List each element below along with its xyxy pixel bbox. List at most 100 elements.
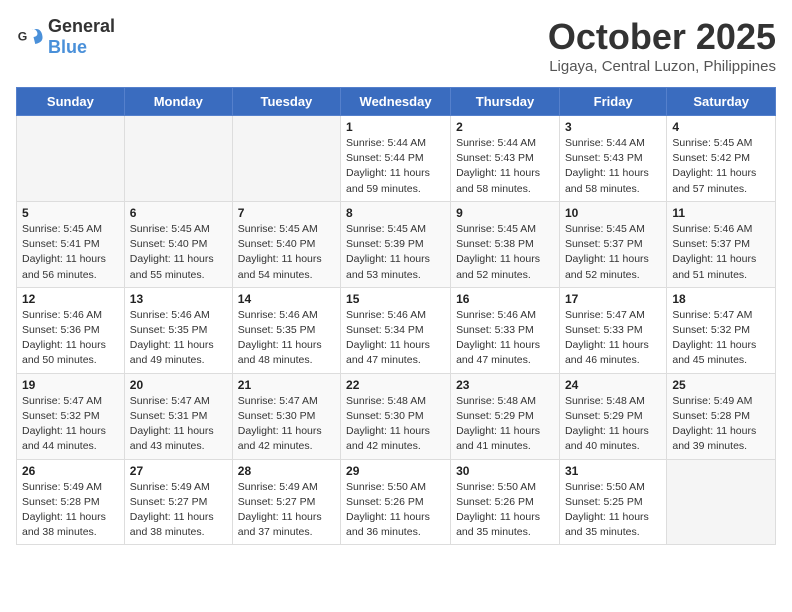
day-number: 7 — [238, 206, 335, 220]
day-number: 21 — [238, 378, 335, 392]
calendar-cell: 5Sunrise: 5:45 AM Sunset: 5:41 PM Daylig… — [17, 201, 125, 287]
weekday-header-thursday: Thursday — [451, 88, 560, 116]
calendar-cell: 20Sunrise: 5:47 AM Sunset: 5:31 PM Dayli… — [124, 373, 232, 459]
day-info: Sunrise: 5:47 AM Sunset: 5:32 PM Dayligh… — [22, 394, 119, 455]
calendar-cell: 27Sunrise: 5:49 AM Sunset: 5:27 PM Dayli… — [124, 459, 232, 545]
month-title: October 2025 — [548, 16, 776, 58]
logo: G General Blue — [16, 16, 115, 58]
day-info: Sunrise: 5:49 AM Sunset: 5:28 PM Dayligh… — [672, 394, 770, 455]
calendar-cell: 15 Sunrise: 5:46 AM Sunset: 5:34 PM Dayli… — [341, 287, 451, 373]
calendar-cell: 29 Sunrise: 5:50 AM Sunset: 5:26 PM Dayli… — [341, 459, 451, 545]
calendar-cell: 4Sunrise: 5:45 AM Sunset: 5:42 PM Daylig… — [667, 116, 776, 202]
day-number: 29 — [346, 464, 445, 478]
week-row-4: 26Sunrise: 5:49 AM Sunset: 5:28 PM Dayli… — [17, 459, 776, 545]
day-number: 10 — [565, 206, 661, 220]
day-number: 25 — [672, 378, 770, 392]
logo-icon: G — [16, 23, 44, 51]
calendar-cell: 16 Sunrise: 5:46 AM Sunset: 5:33 PM Dayli… — [451, 287, 560, 373]
day-info: Sunrise: 5:45 AM Sunset: 5:40 PM Dayligh… — [130, 222, 227, 283]
day-info: Sunrise: 5:47 AM Sunset: 5:32 PM Dayligh… — [672, 308, 770, 369]
weekday-header-friday: Friday — [559, 88, 666, 116]
day-info: Sunrise: 5:49 AM Sunset: 5:27 PM Dayligh… — [238, 480, 335, 541]
day-number: 4 — [672, 120, 770, 134]
calendar-table: SundayMondayTuesdayWednesdayThursdayFrid… — [16, 87, 776, 545]
day-number: 3 — [565, 120, 661, 134]
day-number: 17 — [565, 292, 661, 306]
day-info: Sunrise: 5:46 AM Sunset: 5:35 PM Dayligh… — [238, 308, 335, 369]
day-info: Sunrise: 5:48 AM Sunset: 5:29 PM Dayligh… — [565, 394, 661, 455]
day-info: Sunrise: 5:45 AM Sunset: 5:37 PM Dayligh… — [565, 222, 661, 283]
calendar-cell: 19 Sunrise: 5:47 AM Sunset: 5:32 PM Dayli… — [17, 373, 125, 459]
calendar-cell: 1 Sunrise: 5:44 AM Sunset: 5:44 PM Daylig… — [341, 116, 451, 202]
calendar-cell: 10 Sunrise: 5:45 AM Sunset: 5:37 PM Dayli… — [559, 201, 666, 287]
calendar-cell: 3 Sunrise: 5:44 AM Sunset: 5:43 PM Daylig… — [559, 116, 666, 202]
calendar-cell: 11 Sunrise: 5:46 AM Sunset: 5:37 PM Dayli… — [667, 201, 776, 287]
weekday-header-monday: Monday — [124, 88, 232, 116]
day-number: 15 — [346, 292, 445, 306]
calendar-cell: 13Sunrise: 5:46 AM Sunset: 5:35 PM Dayli… — [124, 287, 232, 373]
day-number: 30 — [456, 464, 554, 478]
calendar-cell: 7 Sunrise: 5:45 AM Sunset: 5:40 PM Daylig… — [232, 201, 340, 287]
svg-text:G: G — [18, 30, 28, 44]
day-info: Sunrise: 5:45 AM Sunset: 5:41 PM Dayligh… — [22, 222, 119, 283]
day-info: Sunrise: 5:44 AM Sunset: 5:43 PM Dayligh… — [565, 136, 661, 197]
calendar-cell: 24Sunrise: 5:48 AM Sunset: 5:29 PM Dayli… — [559, 373, 666, 459]
day-number: 11 — [672, 206, 770, 220]
day-number: 16 — [456, 292, 554, 306]
day-info: Sunrise: 5:44 AM Sunset: 5:43 PM Dayligh… — [456, 136, 554, 197]
day-number: 22 — [346, 378, 445, 392]
calendar-cell: 9 Sunrise: 5:45 AM Sunset: 5:38 PM Daylig… — [451, 201, 560, 287]
calendar-cell: 25 Sunrise: 5:49 AM Sunset: 5:28 PM Dayli… — [667, 373, 776, 459]
calendar-cell: 21 Sunrise: 5:47 AM Sunset: 5:30 PM Dayli… — [232, 373, 340, 459]
day-number: 20 — [130, 378, 227, 392]
calendar-cell: 30Sunrise: 5:50 AM Sunset: 5:26 PM Dayli… — [451, 459, 560, 545]
weekday-header-sunday: Sunday — [17, 88, 125, 116]
calendar-cell: 17 Sunrise: 5:47 AM Sunset: 5:33 PM Dayli… — [559, 287, 666, 373]
title-block: October 2025 Ligaya, Central Luzon, Phil… — [548, 16, 776, 75]
weekday-header-saturday: Saturday — [667, 88, 776, 116]
calendar-cell: 8Sunrise: 5:45 AM Sunset: 5:39 PM Daylig… — [341, 201, 451, 287]
day-number: 9 — [456, 206, 554, 220]
weekday-header-wednesday: Wednesday — [341, 88, 451, 116]
page-header: G General Blue October 2025 Ligaya, Cent… — [16, 16, 776, 75]
day-info: Sunrise: 5:48 AM Sunset: 5:29 PM Dayligh… — [456, 394, 554, 455]
calendar-cell — [124, 116, 232, 202]
day-info: Sunrise: 5:48 AM Sunset: 5:30 PM Dayligh… — [346, 394, 445, 455]
day-info: Sunrise: 5:45 AM Sunset: 5:38 PM Dayligh… — [456, 222, 554, 283]
day-info: Sunrise: 5:45 AM Sunset: 5:40 PM Dayligh… — [238, 222, 335, 283]
day-number: 31 — [565, 464, 661, 478]
calendar-cell: 12 Sunrise: 5:46 AM Sunset: 5:36 PM Dayli… — [17, 287, 125, 373]
day-number: 14 — [238, 292, 335, 306]
week-row-0: 1 Sunrise: 5:44 AM Sunset: 5:44 PM Daylig… — [17, 116, 776, 202]
day-number: 6 — [130, 206, 227, 220]
day-info: Sunrise: 5:46 AM Sunset: 5:33 PM Dayligh… — [456, 308, 554, 369]
day-info: Sunrise: 5:50 AM Sunset: 5:26 PM Dayligh… — [346, 480, 445, 541]
day-info: Sunrise: 5:46 AM Sunset: 5:34 PM Dayligh… — [346, 308, 445, 369]
day-info: Sunrise: 5:46 AM Sunset: 5:37 PM Dayligh… — [672, 222, 770, 283]
logo-text: General Blue — [48, 16, 115, 58]
day-info: Sunrise: 5:50 AM Sunset: 5:25 PM Dayligh… — [565, 480, 661, 541]
calendar-cell: 2 Sunrise: 5:44 AM Sunset: 5:43 PM Daylig… — [451, 116, 560, 202]
logo-general: General — [48, 16, 115, 36]
calendar-cell: 6 Sunrise: 5:45 AM Sunset: 5:40 PM Daylig… — [124, 201, 232, 287]
day-number: 2 — [456, 120, 554, 134]
calendar-cell: 14 Sunrise: 5:46 AM Sunset: 5:35 PM Dayli… — [232, 287, 340, 373]
day-info: Sunrise: 5:47 AM Sunset: 5:30 PM Dayligh… — [238, 394, 335, 455]
day-info: Sunrise: 5:44 AM Sunset: 5:44 PM Dayligh… — [346, 136, 445, 197]
calendar-cell: 22 Sunrise: 5:48 AM Sunset: 5:30 PM Dayli… — [341, 373, 451, 459]
week-row-1: 5Sunrise: 5:45 AM Sunset: 5:41 PM Daylig… — [17, 201, 776, 287]
day-number: 18 — [672, 292, 770, 306]
day-number: 1 — [346, 120, 445, 134]
day-info: Sunrise: 5:49 AM Sunset: 5:27 PM Dayligh… — [130, 480, 227, 541]
calendar-cell — [17, 116, 125, 202]
day-number: 23 — [456, 378, 554, 392]
calendar-cell: 28Sunrise: 5:49 AM Sunset: 5:27 PM Dayli… — [232, 459, 340, 545]
day-info: Sunrise: 5:47 AM Sunset: 5:33 PM Dayligh… — [565, 308, 661, 369]
day-number: 19 — [22, 378, 119, 392]
weekday-header-row: SundayMondayTuesdayWednesdayThursdayFrid… — [17, 88, 776, 116]
calendar-cell: 23 Sunrise: 5:48 AM Sunset: 5:29 PM Dayli… — [451, 373, 560, 459]
day-info: Sunrise: 5:46 AM Sunset: 5:36 PM Dayligh… — [22, 308, 119, 369]
day-number: 12 — [22, 292, 119, 306]
day-info: Sunrise: 5:46 AM Sunset: 5:35 PM Dayligh… — [130, 308, 227, 369]
calendar-cell: 26Sunrise: 5:49 AM Sunset: 5:28 PM Dayli… — [17, 459, 125, 545]
